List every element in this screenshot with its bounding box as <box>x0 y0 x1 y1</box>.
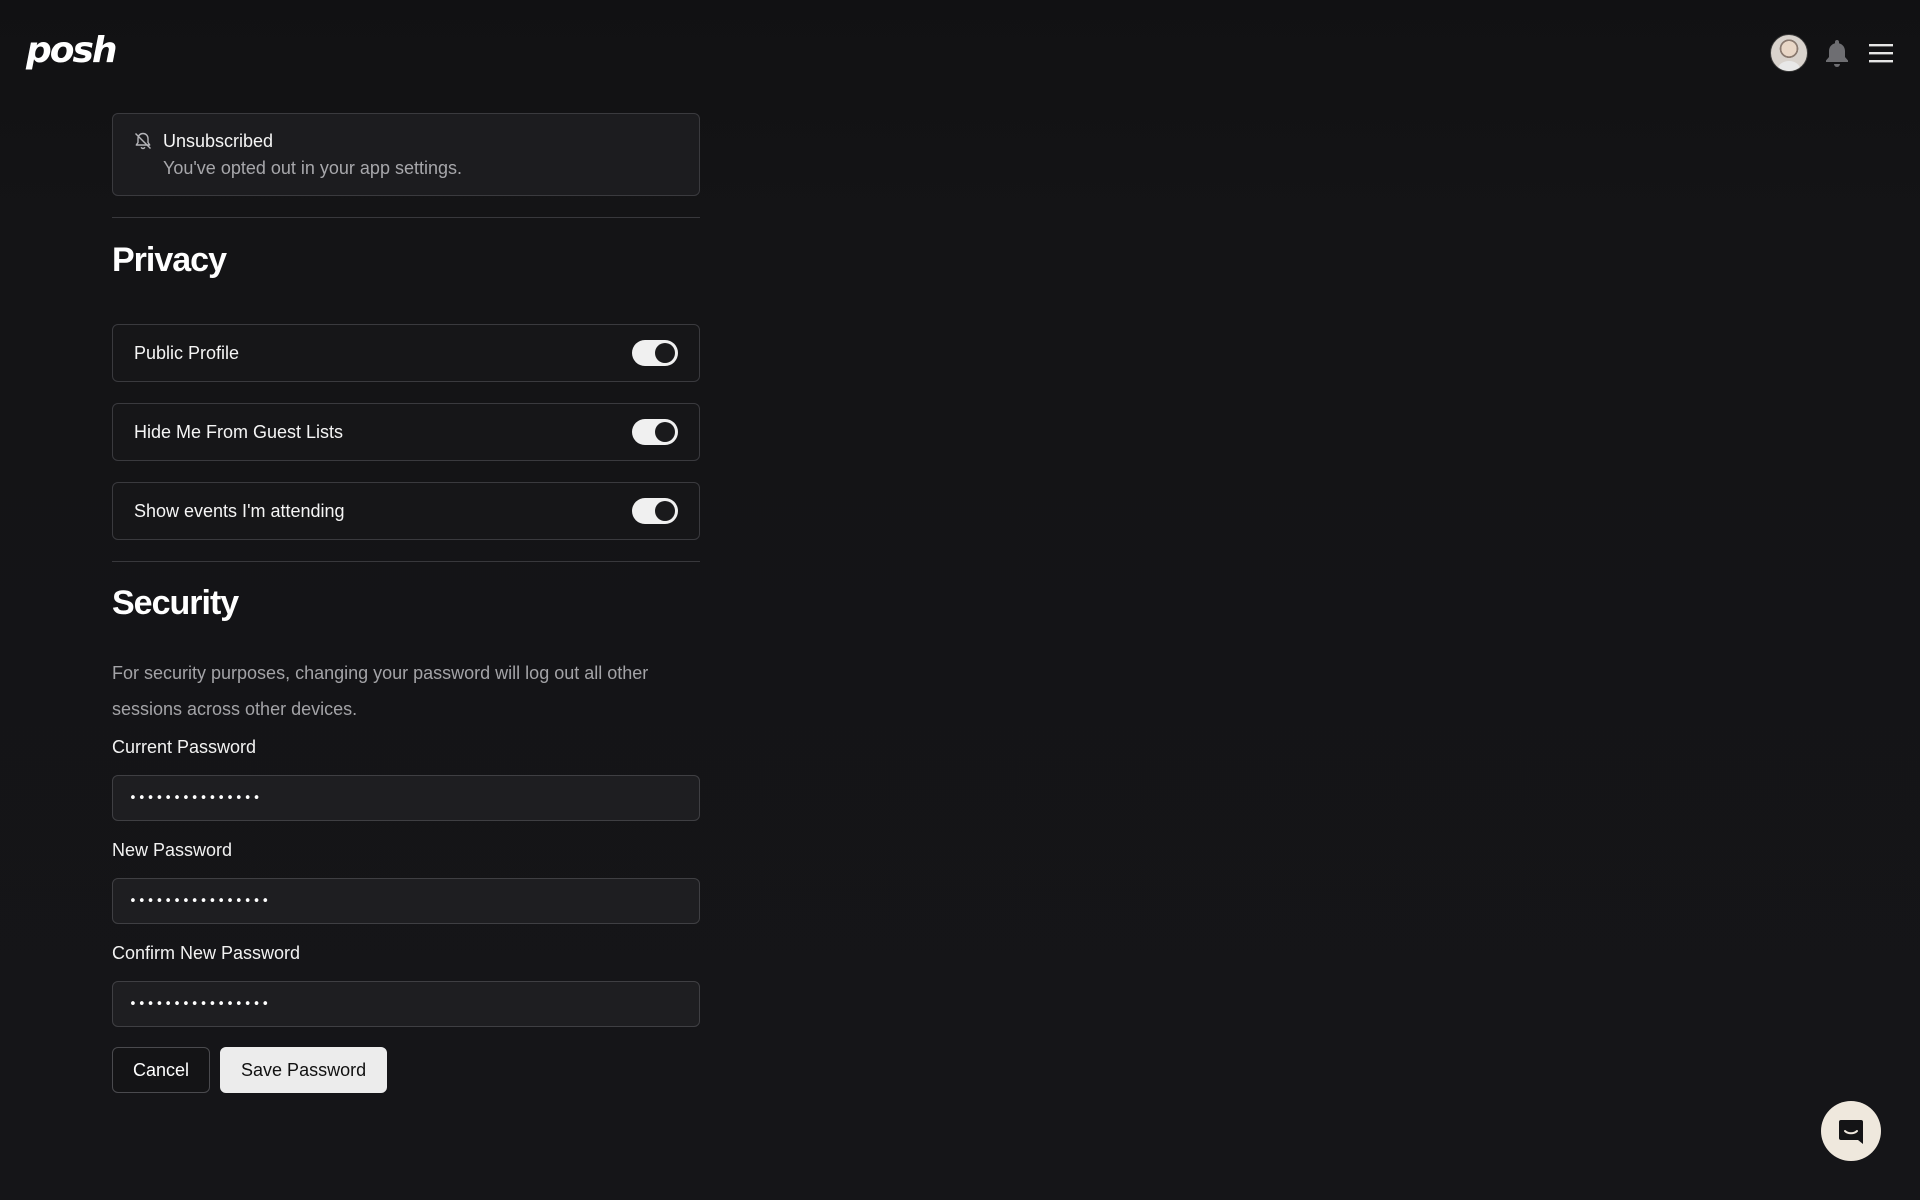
header-actions <box>1770 34 1896 72</box>
privacy-heading: Privacy <box>112 241 227 279</box>
settings-column: Unsubscribed You've opted out in your ap… <box>112 113 700 1093</box>
show-attending-toggle[interactable] <box>632 498 678 524</box>
hamburger-menu-icon <box>1869 44 1893 63</box>
password-actions: Cancel Save Password <box>112 1047 700 1093</box>
toggle-knob <box>655 422 675 442</box>
posh-logo[interactable]: posh <box>26 30 118 71</box>
toggle-label: Public Profile <box>134 342 240 363</box>
notifications-button[interactable] <box>1822 38 1852 68</box>
confirm-password-field[interactable] <box>112 981 700 1027</box>
cancel-button[interactable]: Cancel <box>112 1047 211 1093</box>
hide-guest-lists-toggle[interactable] <box>632 419 678 445</box>
chat-icon <box>1839 1120 1863 1144</box>
chat-button[interactable] <box>1821 1101 1881 1161</box>
toggle-row-show-attending[interactable]: Show events I'm attending <box>112 482 700 540</box>
new-password-label: New Password <box>112 840 233 860</box>
toggle-label: Show events I'm attending <box>134 500 345 521</box>
menu-button[interactable] <box>1866 38 1896 68</box>
current-password-field[interactable] <box>112 775 700 821</box>
new-password-field[interactable] <box>112 878 700 924</box>
divider <box>112 561 700 562</box>
settings-page: posh Unsubscribed You've opted out in yo… <box>0 0 1920 1200</box>
notice-title: Unsubscribed <box>163 131 274 151</box>
confirm-password-label: Confirm New Password <box>112 943 301 963</box>
notice-subtitle: You've opted out in your app settings. <box>163 158 462 178</box>
current-password-label: Current Password <box>112 737 257 757</box>
avatar[interactable] <box>1770 34 1808 72</box>
security-description: For security purposes, changing your pas… <box>112 663 649 719</box>
bell-off-icon <box>135 132 151 150</box>
public-profile-toggle[interactable] <box>632 340 678 366</box>
security-heading: Security <box>112 584 239 622</box>
divider <box>112 217 700 218</box>
toggle-knob <box>655 343 675 363</box>
save-password-button[interactable]: Save Password <box>220 1047 388 1093</box>
notice-text: Unsubscribed You've opted out in your ap… <box>163 130 462 179</box>
toggle-row-hide-guest-lists[interactable]: Hide Me From Guest Lists <box>112 403 700 461</box>
bell-icon <box>1826 40 1848 67</box>
unsubscribed-notice: Unsubscribed You've opted out in your ap… <box>112 113 700 196</box>
toggle-row-public-profile[interactable]: Public Profile <box>112 324 700 382</box>
toggle-knob <box>655 501 675 521</box>
toggle-label: Hide Me From Guest Lists <box>134 421 344 442</box>
